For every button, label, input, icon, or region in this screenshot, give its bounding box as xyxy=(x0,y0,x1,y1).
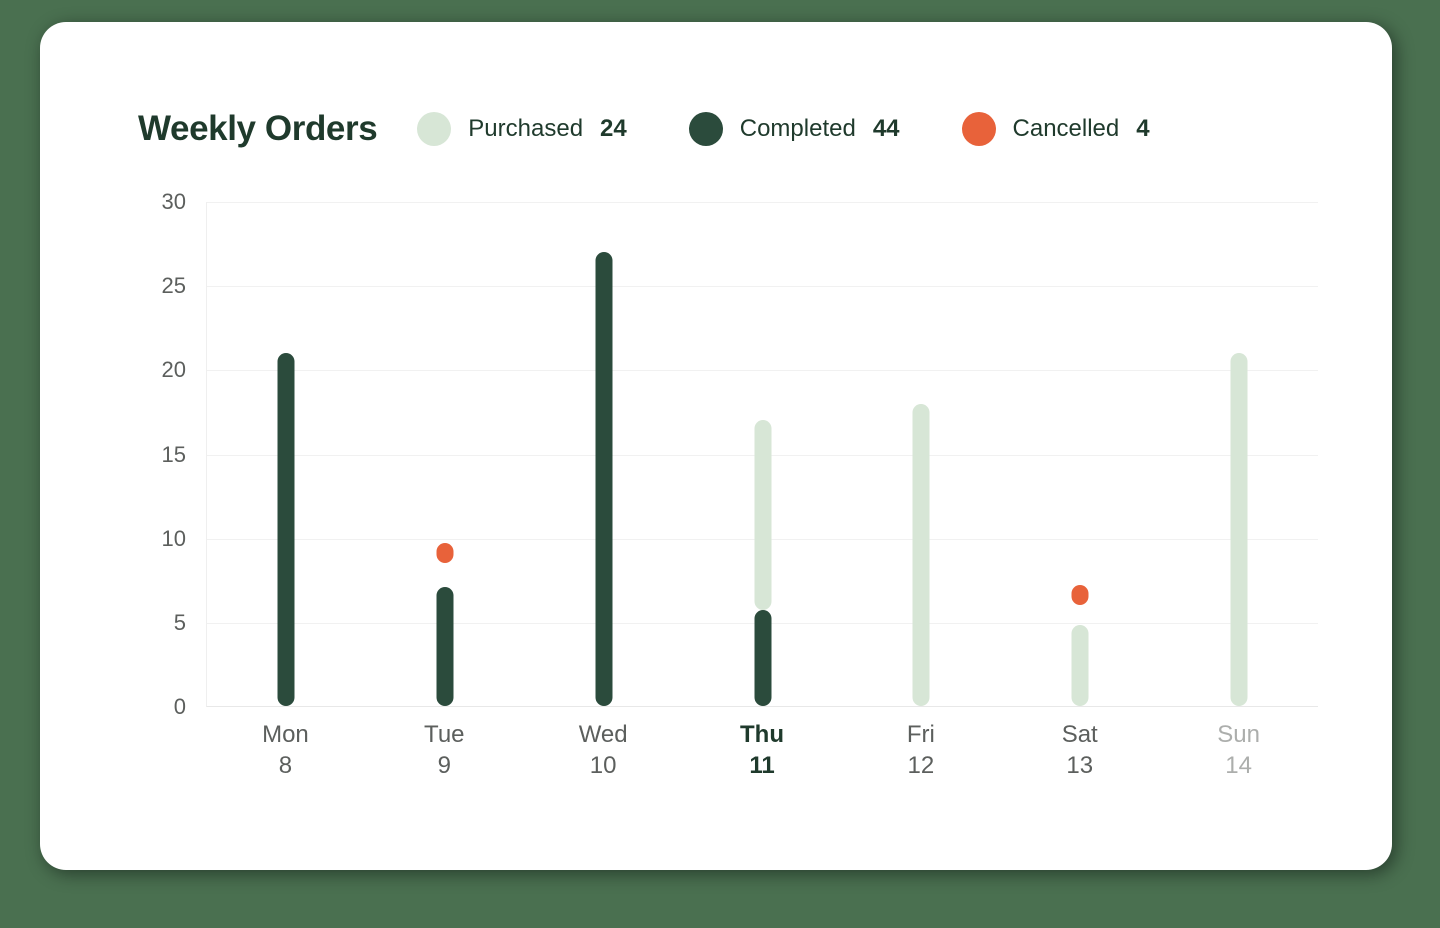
bar-segment-completed[interactable] xyxy=(595,252,613,706)
x-axis-day-number: 14 xyxy=(1225,751,1252,779)
chart-legend: Purchased 24 Completed 44 Cancelled 4 xyxy=(417,112,1150,146)
legend-item-purchased[interactable]: Purchased 24 xyxy=(417,112,627,146)
legend-item-completed[interactable]: Completed 44 xyxy=(688,112,900,146)
page-title: Weekly Orders xyxy=(138,109,378,148)
bar-segment-completed[interactable] xyxy=(277,353,295,706)
chart-plot-wrapper: 0 5 10 15 20 25 30 Mon 8 Tue 9 Wed 10 Thu 11 Fri 12 Sat 1… xyxy=(138,189,1318,822)
x-axis-label-sat[interactable]: Sat 13 xyxy=(1000,720,1159,781)
x-axis-day-number: 9 xyxy=(437,751,451,779)
legend-value: 44 xyxy=(872,115,900,142)
x-axis-day-number: 10 xyxy=(589,751,617,779)
x-axis-day-number: 13 xyxy=(1066,751,1094,779)
bar-column[interactable] xyxy=(683,202,842,706)
x-axis-label-mon[interactable]: Mon 8 xyxy=(206,720,365,781)
bar-column[interactable] xyxy=(1001,202,1160,706)
x-axis: Mon 8 Tue 9 Wed 10 Thu 11 Fri 12 Sat 13 Sun 14 xyxy=(206,720,1318,781)
weekly-orders-card: Weekly Orders Purchased 24 Completed 44 Canc… xyxy=(40,22,1392,870)
legend-item-cancelled[interactable]: Cancelled 4 xyxy=(961,112,1150,146)
x-axis-day-name: Fri xyxy=(906,721,935,748)
bar-column[interactable] xyxy=(842,202,1001,706)
legend-value: 4 xyxy=(1136,115,1150,142)
bar-column[interactable] xyxy=(207,202,366,706)
legend-label: Cancelled xyxy=(1012,115,1120,142)
x-axis-day-number: 11 xyxy=(749,751,775,779)
bar-segment-completed[interactable] xyxy=(754,610,772,706)
x-axis-label-tue[interactable]: Tue 9 xyxy=(365,720,524,781)
x-axis-day-name: Thu xyxy=(740,721,784,748)
y-axis-tick-label: 10 xyxy=(161,525,186,551)
x-axis-label-sun[interactable]: Sun 14 xyxy=(1159,720,1318,781)
legend-value: 24 xyxy=(600,115,627,142)
bar-series-group xyxy=(207,202,1318,706)
bar-segment-cancelled[interactable] xyxy=(436,543,454,564)
bar-segment-completed[interactable] xyxy=(436,586,454,706)
bar-segment-purchased[interactable] xyxy=(754,420,772,611)
bar-column[interactable] xyxy=(1159,202,1318,706)
chart-header: Weekly Orders Purchased 24 Completed 44 Canc… xyxy=(138,100,1150,158)
y-axis-tick-label: 20 xyxy=(161,357,186,383)
legend-label: Completed xyxy=(739,115,856,142)
plot-area xyxy=(206,202,1318,707)
x-axis-label-thu[interactable]: Thu 11 xyxy=(683,720,842,781)
y-axis-tick-label: 5 xyxy=(173,609,186,635)
x-axis-day-name: Sun xyxy=(1217,721,1260,748)
y-axis-tick-label: 15 xyxy=(161,441,186,467)
bar-column[interactable] xyxy=(524,202,683,706)
legend-swatch-completed xyxy=(688,112,723,146)
x-axis-day-name: Mon xyxy=(262,721,309,748)
legend-swatch-cancelled xyxy=(961,112,996,146)
x-axis-label-wed[interactable]: Wed 10 xyxy=(524,720,683,781)
x-axis-day-name: Sat xyxy=(1061,721,1098,748)
bar-column[interactable] xyxy=(366,202,525,706)
bar-segment-purchased[interactable] xyxy=(912,403,930,706)
bar-segment-cancelled[interactable] xyxy=(1071,585,1089,606)
x-axis-day-name: Tue xyxy=(424,721,465,748)
x-axis-day-number: 12 xyxy=(907,751,935,779)
x-axis-day-name: Wed xyxy=(578,721,628,748)
y-axis: 0 5 10 15 20 25 30 xyxy=(138,189,200,719)
y-axis-tick-label: 30 xyxy=(161,189,186,214)
legend-swatch-purchased xyxy=(417,112,452,146)
y-axis-tick-label: 0 xyxy=(173,694,186,719)
legend-label: Purchased xyxy=(468,115,584,142)
x-axis-label-fri[interactable]: Fri 12 xyxy=(841,720,1000,781)
bar-segment-purchased[interactable] xyxy=(1071,625,1089,706)
bar-segment-purchased[interactable] xyxy=(1230,353,1248,706)
y-axis-tick-label: 25 xyxy=(161,273,186,299)
x-axis-day-number: 8 xyxy=(278,751,293,779)
